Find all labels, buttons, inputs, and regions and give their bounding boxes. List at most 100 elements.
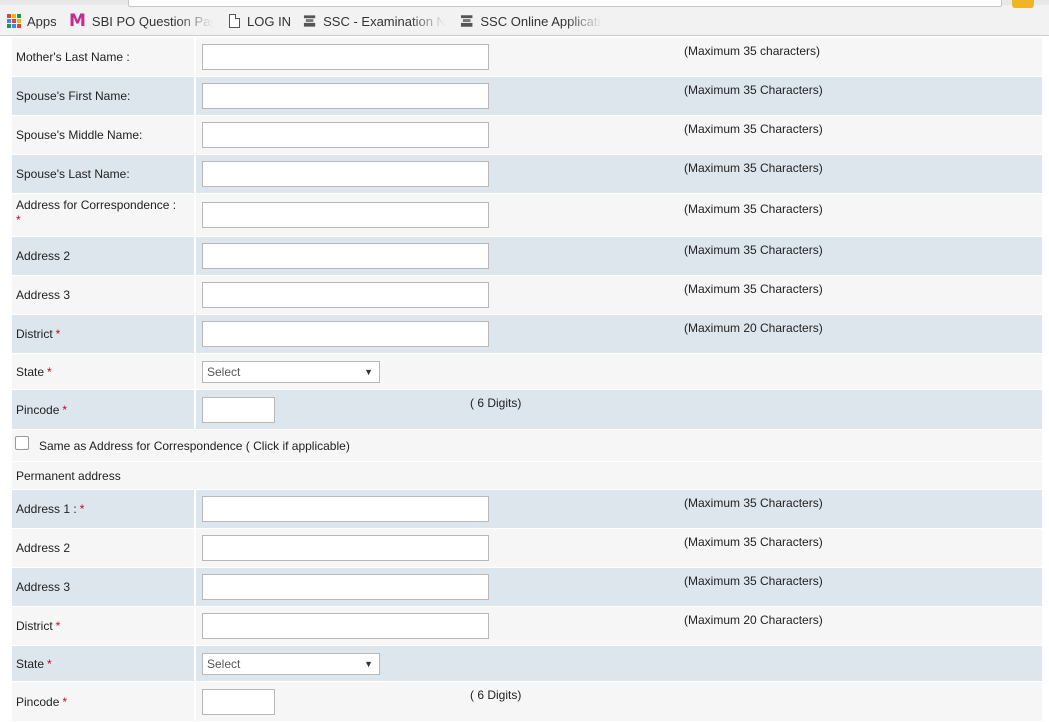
same-address-checkbox[interactable] xyxy=(15,435,29,450)
label-text: Address 3 xyxy=(16,288,71,302)
row-permanent-address-2: Address 2 (Maximum 35 Characters) xyxy=(12,529,1042,568)
field-label: Pincode * xyxy=(12,390,196,429)
label-text: State xyxy=(16,656,45,671)
document-icon xyxy=(229,14,240,28)
row-correspondence-district: District * (Maximum 20 Characters) xyxy=(12,315,1042,354)
row-correspondence-pincode: Pincode * ( 6 Digits) xyxy=(12,390,1042,430)
extension-icon[interactable] xyxy=(1012,0,1034,8)
row-permanent-district: District * (Maximum 20 Characters) xyxy=(12,607,1042,646)
permanent-address-1-input[interactable] xyxy=(202,496,489,522)
permanent-state-select[interactable]: Select ▼ xyxy=(202,652,380,675)
correspondence-pincode-input[interactable] xyxy=(202,396,275,423)
label-text: State xyxy=(16,364,45,379)
field-hint: (Maximum 35 Characters) xyxy=(684,83,823,97)
field-label: Address 3 xyxy=(12,568,196,606)
m-logo-icon: M xyxy=(69,11,86,31)
label-text: Address for Correspondence : xyxy=(16,198,177,212)
row-correspondence-state: State * Select ▼ xyxy=(12,354,1042,390)
row-permanent-address-1: Address 1 : * (Maximum 35 Characters) xyxy=(12,490,1042,529)
row-spouse-first-name: Spouse's First Name: (Maximum 35 Charact… xyxy=(12,77,1042,116)
select-value: Select xyxy=(207,656,241,671)
label-text: Pincode xyxy=(16,402,60,417)
select-value: Select xyxy=(207,364,241,379)
bookmark-login[interactable]: LOG IN xyxy=(229,12,291,30)
bookmark-ssc-online[interactable]: SSC Online Applicatio xyxy=(460,12,602,30)
field-hint: (Maximum 35 Characters) xyxy=(684,496,823,510)
row-correspondence-address-1: Address for Correspondence : * (Maximum 3… xyxy=(12,194,1042,237)
permanent-district-input[interactable] xyxy=(202,613,489,639)
apps-grid-icon xyxy=(7,14,21,28)
field-hint: (Maximum 35 Characters) xyxy=(684,282,823,296)
field-label: State * xyxy=(12,354,196,389)
label-text: District xyxy=(16,619,53,633)
field-label: Pincode * xyxy=(12,682,196,721)
field-hint: ( 6 Digits) xyxy=(470,688,522,702)
label-text: Spouse's First Name: xyxy=(16,89,131,103)
permanent-address-3-input[interactable] xyxy=(202,574,489,600)
emblem-icon xyxy=(460,15,473,27)
row-correspondence-address-3: Address 3 (Maximum 35 Characters) xyxy=(12,276,1042,315)
address-bar[interactable] xyxy=(128,0,1002,7)
field-label: District * xyxy=(12,607,196,645)
dropdown-arrow-icon: ▼ xyxy=(364,366,373,377)
required-marker: * xyxy=(55,327,61,341)
label-text: Spouse's Last Name: xyxy=(16,167,130,181)
row-permanent-pincode: Pincode * ( 6 Digits) xyxy=(12,682,1042,722)
row-spouse-middle-name: Spouse's Middle Name: (Maximum 35 Charac… xyxy=(12,116,1042,155)
section-title: Permanent address xyxy=(16,468,121,483)
spouse-first-name-input[interactable] xyxy=(202,83,489,109)
row-permanent-state: State * Select ▼ xyxy=(12,646,1042,682)
required-marker: * xyxy=(62,694,68,709)
bookmark-label: SBI PO Question Pape xyxy=(91,13,213,29)
required-marker: * xyxy=(47,364,52,379)
correspondence-district-input[interactable] xyxy=(202,321,489,347)
label-text: Pincode xyxy=(16,694,60,709)
permanent-pincode-input[interactable] xyxy=(202,688,275,715)
bookmark-ssc-examination[interactable]: SSC - Examination No xyxy=(303,12,445,30)
field-label: Spouse's Last Name: xyxy=(12,155,196,193)
required-marker: * xyxy=(55,619,61,633)
field-label: Spouse's First Name: xyxy=(12,77,196,115)
bookmark-apps[interactable]: Apps xyxy=(7,12,57,30)
field-label: State * xyxy=(12,646,196,681)
mother-last-name-input[interactable] xyxy=(202,44,489,70)
field-hint: (Maximum 20 Characters) xyxy=(684,321,823,335)
correspondence-address-3-input[interactable] xyxy=(202,282,489,308)
field-hint: (Maximum 35 Characters) xyxy=(684,243,823,257)
same-address-label: Same as Address for Correspondence ( Cli… xyxy=(39,438,350,453)
spouse-middle-name-input[interactable] xyxy=(202,122,489,148)
same-address-row: Same as Address for Correspondence ( Cli… xyxy=(12,430,1042,462)
field-hint: ( 6 Digits) xyxy=(470,396,522,410)
required-marker: * xyxy=(62,402,68,417)
spouse-last-name-input[interactable] xyxy=(202,161,489,187)
field-hint: (Maximum 35 Characters) xyxy=(684,122,823,136)
field-label: District * xyxy=(12,315,196,353)
correspondence-state-select[interactable]: Select ▼ xyxy=(202,360,380,383)
row-mother-last-name: Mother's Last Name : (Maximum 35 charact… xyxy=(12,38,1042,77)
label-text: Address 2 xyxy=(16,541,71,555)
label-text: Mother's Last Name : xyxy=(16,50,130,64)
field-label: Mother's Last Name : xyxy=(12,38,196,76)
field-label: Address 2 xyxy=(12,237,196,275)
address-form: Mother's Last Name : (Maximum 35 charact… xyxy=(12,38,1042,722)
field-hint: (Maximum 20 Characters) xyxy=(684,613,823,627)
bookmarks-bar: Apps M SBI PO Question Pape LOG IN SSC -… xyxy=(0,0,1049,36)
required-marker: * xyxy=(16,213,21,227)
bookmark-label: Apps xyxy=(27,13,57,29)
label-text: Address 3 xyxy=(16,580,71,594)
bookmark-label: SSC Online Applicatio xyxy=(480,13,602,29)
correspondence-address-2-input[interactable] xyxy=(202,243,489,269)
permanent-address-2-input[interactable] xyxy=(202,535,489,561)
label-text: District xyxy=(16,327,53,341)
bookmark-sbi-po[interactable]: M SBI PO Question Pape xyxy=(69,11,213,31)
row-permanent-address-3: Address 3 (Maximum 35 Characters) xyxy=(12,568,1042,607)
label-text: Spouse's Middle Name: xyxy=(16,128,143,142)
required-marker: * xyxy=(79,502,85,516)
emblem-icon xyxy=(303,15,316,27)
bookmark-label: LOG IN xyxy=(247,13,292,29)
correspondence-address-1-input[interactable] xyxy=(202,202,489,228)
field-label: Address for Correspondence : * xyxy=(12,194,196,236)
dropdown-arrow-icon: ▼ xyxy=(364,658,373,669)
field-hint: (Maximum 35 Characters) xyxy=(684,574,823,588)
required-marker: * xyxy=(47,656,52,671)
